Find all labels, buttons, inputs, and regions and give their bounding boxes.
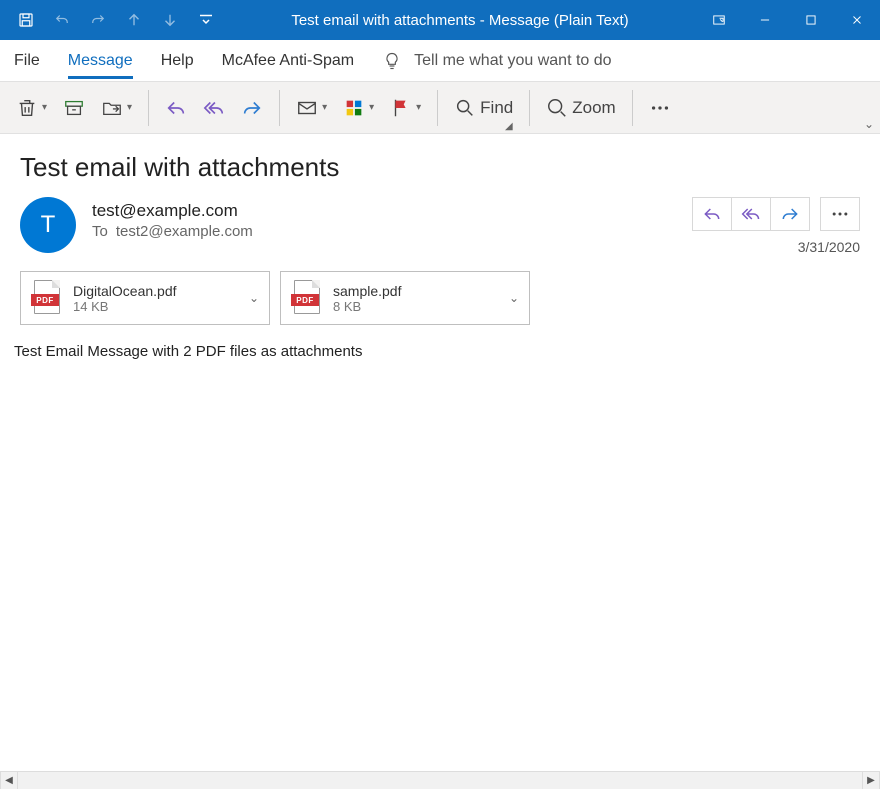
save-icon[interactable] bbox=[8, 0, 44, 40]
tell-me-label: Tell me what you want to do bbox=[414, 52, 611, 70]
reply-arrow-icon bbox=[702, 204, 722, 224]
customize-qat-icon[interactable] bbox=[188, 0, 224, 40]
zoom-button[interactable]: Zoom bbox=[540, 90, 621, 126]
forward-arrow-icon bbox=[780, 204, 800, 224]
scroll-track[interactable] bbox=[18, 772, 862, 789]
reply-button[interactable] bbox=[159, 90, 193, 126]
redo-icon[interactable] bbox=[80, 0, 116, 40]
attachment-meta: DigitalOcean.pdf 14 KB bbox=[73, 283, 177, 314]
window-title: Test email with attachments - Message (P… bbox=[224, 12, 696, 29]
pdf-file-icon: PDF bbox=[31, 280, 63, 316]
tell-me-search[interactable]: Tell me what you want to do bbox=[382, 51, 611, 71]
zoom-icon bbox=[546, 97, 568, 119]
reply-arrow-icon bbox=[165, 97, 187, 119]
from-address[interactable]: test@example.com bbox=[92, 201, 253, 221]
chevron-down-icon[interactable]: ⌄ bbox=[249, 291, 259, 305]
lightbulb-icon bbox=[382, 51, 402, 71]
tab-mcafee[interactable]: McAfee Anti-Spam bbox=[222, 44, 355, 78]
tab-file[interactable]: File bbox=[14, 44, 40, 78]
attachment-meta: sample.pdf 8 KB bbox=[333, 283, 401, 314]
chevron-down-icon: ▾ bbox=[416, 102, 421, 113]
dialog-launcher-icon[interactable]: ◢ bbox=[505, 121, 513, 132]
categorize-button[interactable]: ▾ bbox=[337, 90, 380, 126]
find-label: Find bbox=[480, 98, 513, 118]
follow-up-button[interactable]: ▾ bbox=[384, 90, 427, 126]
chevron-down-icon: ▾ bbox=[42, 102, 47, 113]
forward-button[interactable] bbox=[235, 90, 269, 126]
ellipsis-icon bbox=[830, 204, 850, 224]
delete-button[interactable]: ▾ bbox=[10, 90, 53, 126]
email-header: T test@example.com To test2@example.com 3… bbox=[20, 197, 860, 255]
forward-arrow-icon bbox=[241, 97, 263, 119]
sender-avatar[interactable]: T bbox=[20, 197, 76, 253]
ribbon-tabs: File Message Help McAfee Anti-Spam Tell … bbox=[0, 40, 880, 82]
archive-icon bbox=[63, 97, 85, 119]
scroll-left-icon[interactable]: ◀ bbox=[0, 772, 18, 789]
categories-icon bbox=[343, 97, 365, 119]
mark-unread-button[interactable]: ▾ bbox=[290, 90, 333, 126]
reply-all-button[interactable] bbox=[197, 90, 231, 126]
reply-all-arrow-icon bbox=[203, 97, 225, 119]
separator bbox=[529, 90, 530, 126]
email-body: Test Email Message with 2 PDF files as a… bbox=[14, 343, 860, 360]
message-actions bbox=[693, 197, 860, 231]
sender-info: test@example.com To test2@example.com bbox=[92, 197, 253, 240]
attachment-size: 8 KB bbox=[333, 299, 401, 314]
previous-item-icon[interactable] bbox=[116, 0, 152, 40]
chevron-down-icon: ▾ bbox=[322, 102, 327, 113]
ellipsis-icon bbox=[649, 97, 671, 119]
attachment-name: sample.pdf bbox=[333, 283, 401, 299]
envelope-icon bbox=[296, 97, 318, 119]
tab-message[interactable]: Message bbox=[68, 44, 133, 78]
undo-icon[interactable] bbox=[44, 0, 80, 40]
separator bbox=[632, 90, 633, 126]
reply-all-action[interactable] bbox=[731, 197, 771, 231]
maximize-icon[interactable] bbox=[788, 0, 834, 40]
to-address[interactable]: test2@example.com bbox=[116, 223, 253, 240]
email-subject: Test email with attachments bbox=[20, 152, 860, 183]
attachment-item[interactable]: PDF sample.pdf 8 KB ⌄ bbox=[280, 271, 530, 325]
attachment-name: DigitalOcean.pdf bbox=[73, 283, 177, 299]
quick-access-toolbar bbox=[0, 0, 224, 40]
archive-button[interactable] bbox=[57, 90, 91, 126]
collapse-ribbon-icon[interactable]: ⌄ bbox=[864, 117, 874, 131]
separator bbox=[437, 90, 438, 126]
email-date: 3/31/2020 bbox=[693, 239, 860, 255]
move-button[interactable]: ▾ bbox=[95, 90, 138, 126]
zoom-label: Zoom bbox=[572, 98, 615, 118]
pdf-file-icon: PDF bbox=[291, 280, 323, 316]
separator bbox=[279, 90, 280, 126]
horizontal-scrollbar[interactable]: ◀ ▶ bbox=[0, 771, 880, 789]
message-meta: 3/31/2020 bbox=[693, 197, 860, 255]
attachments-list: PDF DigitalOcean.pdf 14 KB ⌄ PDF sample.… bbox=[20, 271, 860, 325]
to-label: To bbox=[92, 223, 108, 240]
to-line: To test2@example.com bbox=[92, 223, 253, 240]
separator bbox=[148, 90, 149, 126]
forward-action[interactable] bbox=[770, 197, 810, 231]
chevron-down-icon: ▾ bbox=[127, 102, 132, 113]
attachment-size: 14 KB bbox=[73, 299, 177, 314]
chevron-down-icon[interactable]: ⌄ bbox=[509, 291, 519, 305]
reply-all-arrow-icon bbox=[741, 204, 761, 224]
attachment-item[interactable]: PDF DigitalOcean.pdf 14 KB ⌄ bbox=[20, 271, 270, 325]
search-icon bbox=[454, 97, 476, 119]
title-bar: Test email with attachments - Message (P… bbox=[0, 0, 880, 40]
minimize-icon[interactable] bbox=[742, 0, 788, 40]
more-actions[interactable] bbox=[820, 197, 860, 231]
more-commands-button[interactable] bbox=[643, 90, 677, 126]
ribbon: ▾ ▾ ▾ ▾ ▾ ◢ Find Zoom ⌄ bbox=[0, 82, 880, 134]
flag-icon bbox=[390, 97, 412, 119]
trash-icon bbox=[16, 97, 38, 119]
next-item-icon[interactable] bbox=[152, 0, 188, 40]
tab-help[interactable]: Help bbox=[161, 44, 194, 78]
message-content: Test email with attachments T test@examp… bbox=[0, 134, 880, 360]
move-to-folder-icon bbox=[101, 97, 123, 119]
window-controls bbox=[696, 0, 880, 40]
reply-action[interactable] bbox=[692, 197, 732, 231]
scroll-right-icon[interactable]: ▶ bbox=[862, 772, 880, 789]
chevron-down-icon: ▾ bbox=[369, 102, 374, 113]
ribbon-display-options-icon[interactable] bbox=[696, 0, 742, 40]
close-icon[interactable] bbox=[834, 0, 880, 40]
